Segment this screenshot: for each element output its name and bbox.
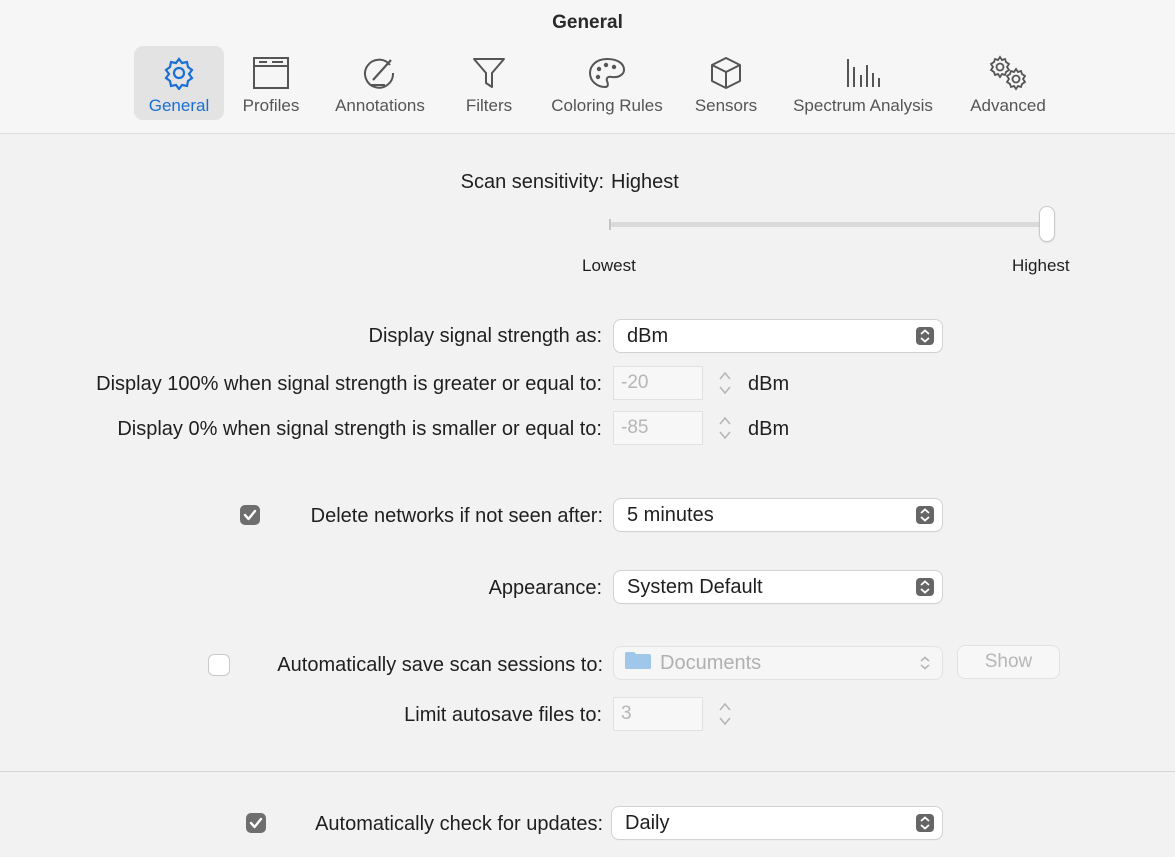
tab-label: Annotations <box>335 96 425 115</box>
popup-value: Daily <box>625 811 670 834</box>
delete-networks-popup[interactable]: 5 minutes <box>614 499 942 531</box>
updates-popup[interactable]: Daily <box>612 807 942 839</box>
autosave-checkbox[interactable] <box>209 655 229 675</box>
funnel-icon <box>471 52 507 94</box>
tab-advanced[interactable]: Advanced <box>960 46 1056 120</box>
signal-display-label: Display signal strength as: <box>368 325 602 347</box>
folder-icon <box>624 650 652 676</box>
signal-display-popup[interactable]: dBm <box>614 320 942 352</box>
sensitivity-slider-knob[interactable] <box>1040 207 1054 241</box>
popup-value: dBm <box>627 324 669 347</box>
tab-label: Profiles <box>242 96 300 115</box>
gears-icon <box>986 52 1030 94</box>
tab-general[interactable]: General <box>134 46 224 120</box>
updates-label: Automatically check for updates: <box>315 813 603 835</box>
min-threshold-unit: dBm <box>748 418 790 440</box>
tab-filters[interactable]: Filters <box>454 46 524 120</box>
spectrum-bars-icon <box>843 52 883 94</box>
tab-label: Advanced <box>970 96 1046 115</box>
scan-sensitivity-label: Scan sensitivity: <box>460 171 604 193</box>
autosave-limit-field[interactable]: 3 <box>614 698 702 730</box>
max-threshold-stepper[interactable] <box>716 368 734 398</box>
up-down-arrows-icon <box>916 814 934 832</box>
tab-coloring-rules[interactable]: Coloring Rules <box>540 46 674 120</box>
tab-sensors[interactable]: Sensors <box>686 46 766 120</box>
window-icon <box>252 52 290 94</box>
sensitivity-slider-tick <box>609 219 611 230</box>
delete-networks-label: Delete networks if not seen after: <box>310 505 603 527</box>
delete-networks-checkbox[interactable] <box>240 505 260 525</box>
sensitivity-max-label: Highest <box>1012 256 1070 275</box>
appearance-label: Appearance: <box>488 577 602 599</box>
tab-label: Spectrum Analysis <box>793 96 933 115</box>
popup-value: Documents <box>660 651 762 674</box>
gear-icon <box>162 52 196 94</box>
show-button[interactable]: Show <box>958 646 1059 678</box>
window-title: General <box>552 12 623 33</box>
min-threshold-field[interactable]: -85 <box>614 412 702 444</box>
autosave-limit-label: Limit autosave files to: <box>404 704 602 726</box>
up-down-arrows-icon <box>916 327 934 345</box>
tab-profiles[interactable]: Profiles <box>232 46 310 120</box>
up-down-arrows-icon <box>916 654 934 672</box>
min-threshold-stepper[interactable] <box>716 413 734 443</box>
max-threshold-label: Display 100% when signal strength is gre… <box>96 373 602 395</box>
tab-spectrum-analysis[interactable]: Spectrum Analysis <box>778 46 948 120</box>
max-threshold-field[interactable]: -20 <box>614 367 702 399</box>
sensitivity-min-label: Lowest <box>582 256 636 275</box>
palette-icon <box>587 52 627 94</box>
appearance-popup[interactable]: System Default <box>614 571 942 603</box>
min-threshold-label: Display 0% when signal strength is small… <box>117 418 602 440</box>
autosave-label: Automatically save scan sessions to: <box>277 654 603 676</box>
tab-annotations[interactable]: Annotations <box>322 46 438 120</box>
section-divider <box>0 771 1175 772</box>
max-threshold-unit: dBm <box>748 373 790 395</box>
popup-value: 5 minutes <box>627 503 714 526</box>
cube-icon <box>709 52 743 94</box>
pencil-circle-icon <box>361 52 399 94</box>
scan-sensitivity-value: Highest <box>611 171 679 193</box>
sensitivity-slider-track[interactable] <box>610 222 1050 227</box>
tab-label: Sensors <box>694 96 758 115</box>
updates-checkbox[interactable] <box>246 813 266 833</box>
autosave-limit-stepper[interactable] <box>716 699 734 729</box>
up-down-arrows-icon <box>916 506 934 524</box>
tab-label: General <box>148 96 210 115</box>
popup-value: System Default <box>627 575 763 598</box>
up-down-arrows-icon <box>916 578 934 596</box>
preferences-toolbar: General General Profiles Annotations Fil… <box>0 0 1175 134</box>
autosave-folder-popup[interactable]: Documents <box>614 647 942 679</box>
tab-label: Filters <box>465 96 513 115</box>
tab-label: Coloring Rules <box>551 96 663 115</box>
